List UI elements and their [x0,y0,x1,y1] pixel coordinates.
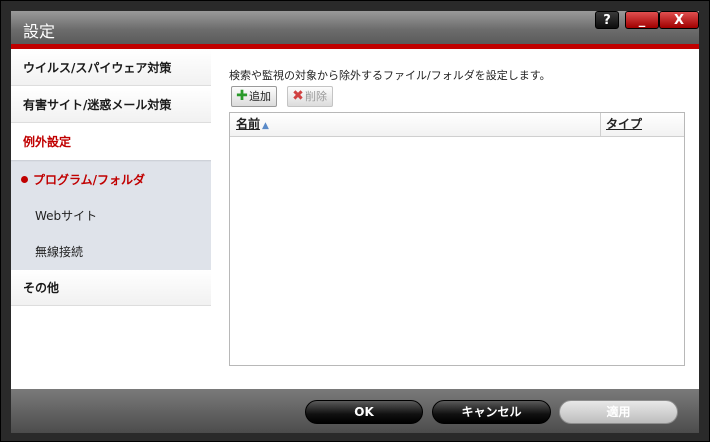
table-header: 名前 ▲ タイプ [230,113,684,137]
sidebar-subitem-program-folder[interactable]: プログラム/フォルダ [11,162,211,198]
main-panel: 検索や監視の対象から除外するファイル/フォルダを設定します。 ✚追加 ✖削除 名… [211,49,699,389]
sidebar-item-label: その他 [23,281,60,295]
sidebar: ウイルス/スパイウェア対策 有害サイト/迷惑メール対策 例外設定 プログラム/フ… [11,49,211,389]
sidebar-item-label: 例外設定 [23,135,72,149]
column-header-name[interactable]: 名前 ▲ [236,113,269,136]
sidebar-subitem-website[interactable]: Webサイト [11,198,211,234]
column-header-label: タイプ [606,117,643,131]
panel-description: 検索や監視の対象から除外するファイル/フォルダを設定します。 [229,69,551,82]
close-icon: X [673,13,685,28]
content-area: ウイルス/スパイウェア対策 有害サイト/迷惑メール対策 例外設定 プログラム/フ… [11,49,699,389]
help-icon: ? [603,13,611,28]
sidebar-item-label: ウイルス/スパイウェア対策 [23,61,172,75]
window-title: 設定 [23,22,56,41]
plus-icon: ✚ [236,88,248,104]
delete-button[interactable]: ✖削除 [287,86,333,107]
column-header-label: 名前 [236,117,261,131]
delete-button-label: 削除 [305,90,327,103]
sidebar-item-label: Webサイト [35,209,98,223]
sidebar-subitem-wireless[interactable]: 無線接続 [11,234,211,270]
sidebar-item-exceptions[interactable]: 例外設定 [11,124,211,160]
selected-bullet-icon [21,176,28,183]
footer-bar: OK キャンセル 適用 [11,389,699,433]
cancel-button[interactable]: キャンセル [432,400,551,424]
close-button[interactable]: X [659,11,699,29]
sort-ascending-icon: ▲ [262,121,269,131]
sidebar-item-harmful-sites[interactable]: 有害サイト/迷惑メール対策 [11,87,211,123]
minimize-icon: _ [638,13,646,28]
settings-window: 設定 ? _ X ウイルス/スパイウェア対策 有害サイト/迷惑メール対策 例外設… [0,0,710,442]
help-button[interactable]: ? [595,11,619,29]
sidebar-item-antivirus[interactable]: ウイルス/スパイウェア対策 [11,50,211,86]
sidebar-item-other[interactable]: その他 [11,270,211,306]
column-header-type[interactable]: タイプ [606,113,642,136]
apply-button[interactable]: 適用 [559,400,678,424]
title-bar: 設定 ? _ X [11,11,699,44]
sidebar-item-label: 無線接続 [35,245,84,259]
exclusion-table[interactable]: 名前 ▲ タイプ [229,112,685,366]
delete-x-icon: ✖ [292,88,304,104]
sidebar-item-label: 有害サイト/迷惑メール対策 [23,98,172,112]
column-divider[interactable] [600,113,601,136]
add-button[interactable]: ✚追加 [231,86,277,107]
sidebar-item-label: プログラム/フォルダ [33,173,146,187]
add-button-label: 追加 [249,90,271,103]
ok-button[interactable]: OK [305,400,423,424]
minimize-button[interactable]: _ [625,11,659,29]
